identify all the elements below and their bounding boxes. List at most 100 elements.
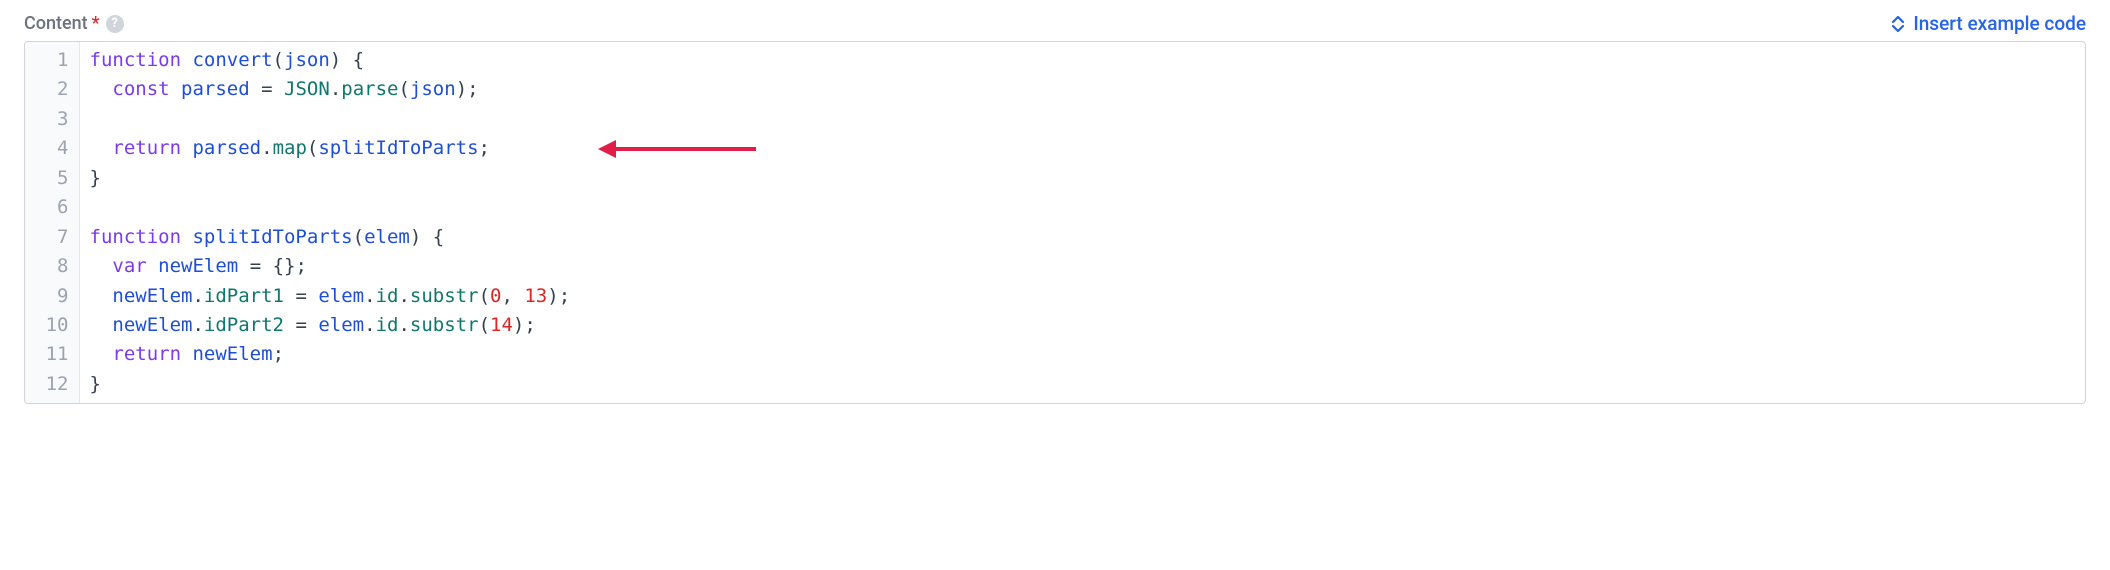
token: 0	[490, 285, 501, 307]
token: return	[112, 343, 181, 365]
line-number: 8	[25, 252, 79, 281]
token: var	[112, 255, 146, 277]
token: ) {	[410, 226, 444, 248]
code-content[interactable]	[79, 193, 2085, 222]
token	[307, 285, 318, 307]
code-line: 3	[25, 105, 2085, 134]
token	[284, 285, 295, 307]
token: id	[376, 314, 399, 336]
token	[90, 78, 113, 100]
token	[284, 314, 295, 336]
token: elem	[318, 285, 364, 307]
token: map	[273, 137, 307, 159]
token: (	[398, 78, 409, 100]
token	[181, 49, 192, 71]
token	[90, 285, 113, 307]
line-number: 7	[25, 223, 79, 252]
line-number: 2	[25, 75, 79, 104]
field-label: Content	[24, 13, 88, 34]
chevron-expand-icon	[1891, 15, 1905, 33]
token	[90, 343, 113, 365]
code-line: 5}	[25, 164, 2085, 193]
code-line: 8 var newElem = {};	[25, 252, 2085, 281]
token	[90, 314, 113, 336]
help-icon[interactable]: ?	[106, 15, 124, 33]
code-line: 9 newElem.idPart1 = elem.id.substr(0, 13…	[25, 282, 2085, 311]
code-content[interactable]: return parsed.map(splitIdToParts;	[79, 134, 2085, 163]
code-line: 4 return parsed.map(splitIdToParts;	[25, 134, 2085, 163]
token: .	[261, 137, 272, 159]
token	[238, 255, 249, 277]
insert-example-code-label: Insert example code	[1913, 12, 2086, 35]
line-number: 11	[25, 340, 79, 369]
line-number: 1	[25, 42, 79, 75]
code-content[interactable]: function convert(json) {	[79, 42, 2085, 75]
token: elem	[364, 226, 410, 248]
code-content[interactable]: var newElem = {};	[79, 252, 2085, 281]
code-content[interactable]: }	[79, 164, 2085, 193]
code-body: 1function convert(json) {2 const parsed …	[25, 42, 2085, 403]
code-editor[interactable]: 1function convert(json) {2 const parsed …	[24, 41, 2086, 404]
token: ,	[501, 285, 524, 307]
token	[90, 137, 113, 159]
token: json	[284, 49, 330, 71]
token	[181, 137, 192, 159]
token: ) {	[330, 49, 364, 71]
code-content[interactable]: function splitIdToParts(elem) {	[79, 223, 2085, 252]
token: function	[90, 226, 182, 248]
line-number: 6	[25, 193, 79, 222]
token: function	[90, 49, 182, 71]
token: splitIdToParts	[192, 226, 352, 248]
code-content[interactable]: newElem.idPart1 = elem.id.substr(0, 13);	[79, 282, 2085, 311]
token: =	[261, 78, 272, 100]
token: = {};	[250, 255, 307, 277]
token	[307, 314, 318, 336]
token: JSON	[284, 78, 330, 100]
token: elem	[318, 314, 364, 336]
token: parsed	[181, 78, 250, 100]
token: .	[330, 78, 341, 100]
token: newElem	[112, 285, 192, 307]
token: .	[364, 285, 375, 307]
token: splitIdToParts	[318, 137, 478, 159]
token: newElem	[112, 314, 192, 336]
token: ;	[273, 343, 284, 365]
line-number: 9	[25, 282, 79, 311]
token: newElem	[192, 343, 272, 365]
line-number: 12	[25, 370, 79, 403]
code-content[interactable]: return newElem;	[79, 340, 2085, 369]
token: }	[90, 167, 101, 189]
token: 14	[490, 314, 513, 336]
token: .	[398, 285, 409, 307]
token	[90, 108, 101, 130]
token: (	[307, 137, 318, 159]
editor-header: Content * ? Insert example code	[24, 12, 2086, 35]
token	[250, 78, 261, 100]
token	[90, 255, 113, 277]
line-number: 4	[25, 134, 79, 163]
token: return	[112, 137, 181, 159]
token: );	[513, 314, 536, 336]
token: ;	[479, 137, 490, 159]
token: substr	[410, 314, 479, 336]
token	[181, 343, 192, 365]
line-number: 5	[25, 164, 79, 193]
code-content[interactable]: newElem.idPart2 = elem.id.substr(14);	[79, 311, 2085, 340]
code-content[interactable]	[79, 105, 2085, 134]
token: (	[479, 285, 490, 307]
token	[170, 78, 181, 100]
code-line: 7function splitIdToParts(elem) {	[25, 223, 2085, 252]
token: .	[192, 285, 203, 307]
token: convert	[192, 49, 272, 71]
code-content[interactable]: }	[79, 370, 2085, 403]
token: idPart2	[204, 314, 284, 336]
token: }	[90, 373, 101, 395]
token: json	[410, 78, 456, 100]
code-content[interactable]: const parsed = JSON.parse(json);	[79, 75, 2085, 104]
code-line: 12}	[25, 370, 2085, 403]
field-label-group: Content * ?	[24, 13, 124, 34]
insert-example-code-button[interactable]: Insert example code	[1891, 12, 2086, 35]
line-number: 3	[25, 105, 79, 134]
token: parsed	[192, 137, 261, 159]
code-line: 6	[25, 193, 2085, 222]
